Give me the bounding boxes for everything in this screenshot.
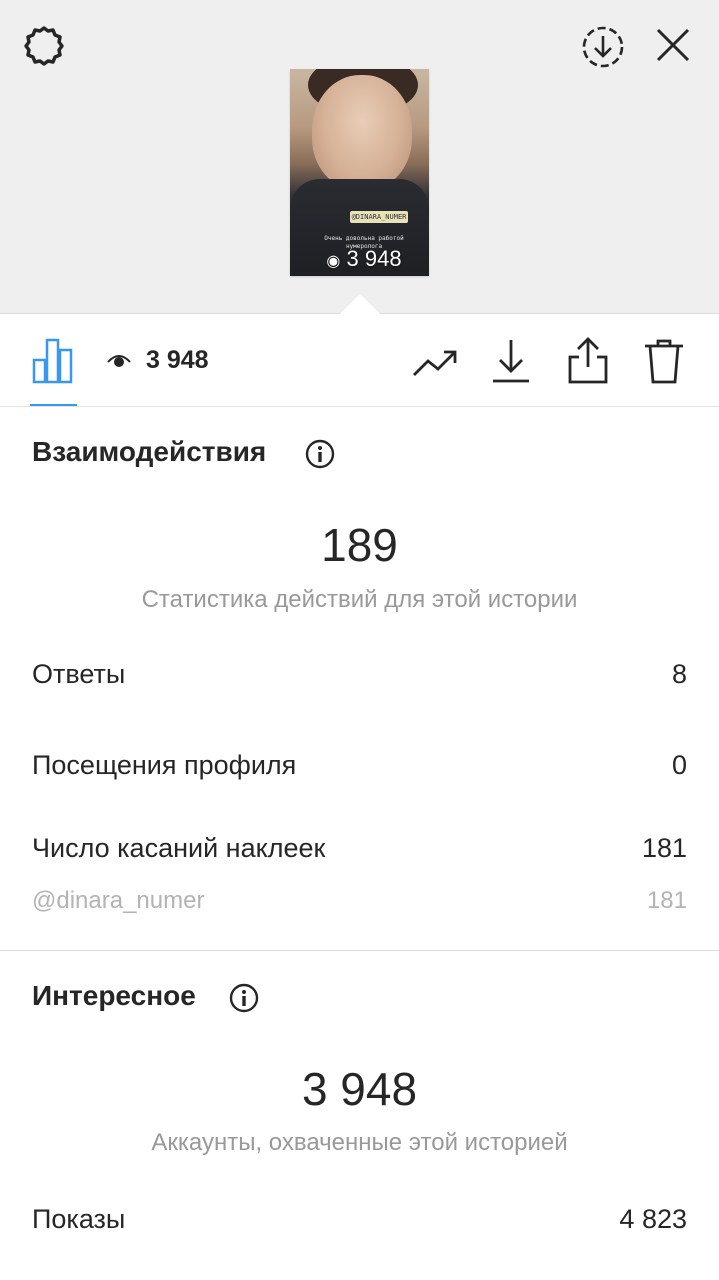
viewers-button[interactable]: 3 948 (106, 344, 209, 376)
sticker-taps-value: 181 (641, 833, 687, 863)
download-circle-icon (582, 26, 624, 68)
active-tab-indicator (30, 404, 77, 406)
story-toolbar: 3 948 (0, 314, 719, 407)
trash-icon (645, 339, 683, 384)
download-story-button[interactable] (578, 22, 628, 72)
bar-chart-icon (32, 338, 73, 384)
reach-subtitle: Аккаунты, охваченные этой историей (151, 1129, 568, 1156)
delete-button[interactable] (640, 336, 688, 386)
info-icon (305, 439, 335, 469)
interactions-info-button[interactable] (304, 438, 336, 470)
thumbnail-eye-icon: ◉ (326, 253, 341, 270)
share-button[interactable] (564, 334, 612, 386)
save-button[interactable] (488, 336, 534, 386)
replies-value: 8 (671, 659, 687, 689)
replies-label: Ответы (32, 659, 126, 689)
discovery-info-button[interactable] (228, 982, 260, 1014)
story-thumbnail[interactable]: @DINARA_NUMER Очень довольна работой нум… (290, 69, 429, 276)
thumbnail-views: ◉ 3 948 (314, 247, 414, 274)
download-icon (493, 340, 529, 383)
sticker-taps-label: Число касаний наклеек (32, 833, 326, 863)
sticker-mention-value: 181 (646, 887, 687, 914)
interactions-subtitle: Статистика действий для этой истории (141, 586, 578, 613)
thumbnail-face (312, 75, 412, 190)
selected-story-pointer (340, 294, 380, 314)
thumbnail-mention-sticker: @DINARA_NUMER (350, 211, 408, 223)
discovery-title: Интересное (32, 980, 196, 1011)
impressions-label: Показы (32, 1204, 126, 1234)
interactions-title: Взаимодействия (32, 436, 267, 467)
reach-total: 3 948 (301, 1063, 418, 1115)
trend-icon (413, 350, 457, 376)
close-button[interactable] (650, 22, 696, 68)
thumbnail-views-count: 3 948 (346, 246, 402, 271)
story-preview-header: @DINARA_NUMER Очень довольна работой нум… (0, 0, 719, 314)
profile-visits-label: Посещения профиля (32, 750, 297, 780)
promote-button[interactable] (410, 342, 460, 382)
section-divider (0, 950, 719, 951)
sticker-mention-label: @dinara_numer (32, 887, 205, 914)
share-icon (568, 337, 608, 384)
info-icon (229, 983, 259, 1013)
eye-icon (107, 355, 131, 367)
interactions-total: 189 (321, 519, 398, 571)
impressions-value: 4 823 (619, 1204, 687, 1234)
insights-tab[interactable] (28, 334, 78, 386)
profile-visits-value: 0 (671, 750, 687, 780)
settings-icon (24, 26, 64, 66)
close-icon (656, 28, 690, 62)
settings-button[interactable] (18, 22, 70, 74)
viewers-count: 3 948 (146, 345, 209, 374)
